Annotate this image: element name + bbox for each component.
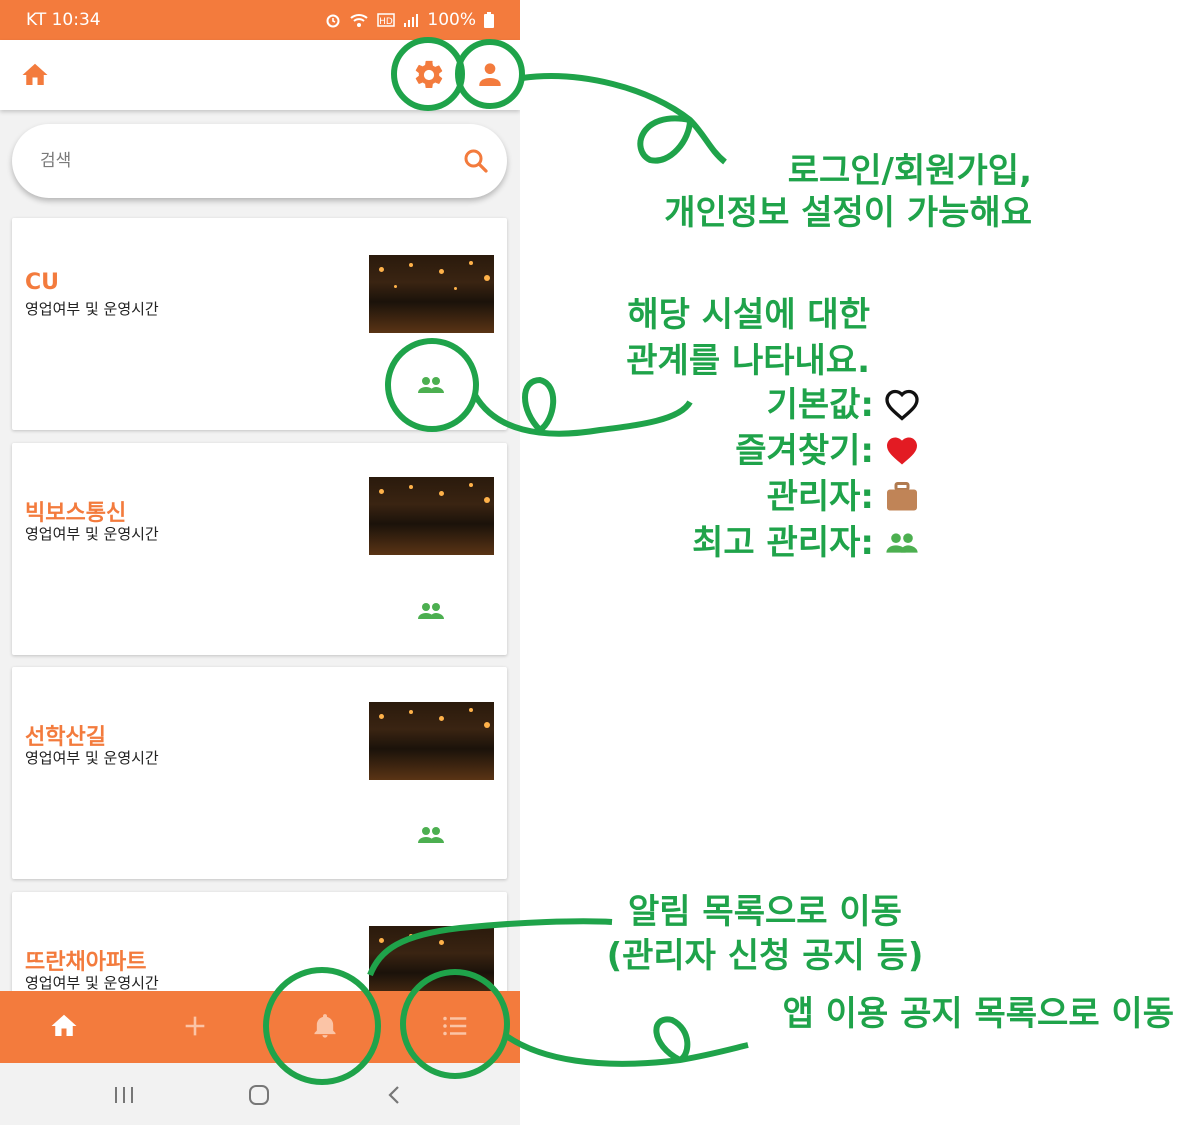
recent-apps-icon: [115, 1087, 133, 1103]
recent-apps-button[interactable]: [112, 1085, 136, 1109]
app-notices-annotation: 앱 이용 공지 목록으로 이동: [782, 994, 1174, 1034]
app-bar: [0, 40, 520, 110]
hd-icon: HD: [377, 13, 396, 27]
red-heart-icon: [887, 437, 917, 465]
bottom-navigation: [0, 991, 520, 1063]
relation-button[interactable]: [416, 823, 446, 851]
person-icon: [479, 63, 501, 86]
relation-button[interactable]: [416, 599, 446, 627]
nav-add-button[interactable]: [181, 1011, 209, 1045]
carrier-time: KT 10:34: [26, 10, 101, 30]
account-annotation-line: 개인정보 설정이 가능해요: [664, 193, 1032, 233]
system-navigation-bar: [0, 1063, 520, 1125]
bell-icon: [314, 1014, 336, 1038]
nav-notice-list-button[interactable]: [440, 1011, 470, 1045]
status-icons: HD 100%: [325, 10, 494, 30]
battery-level: 100%: [427, 10, 476, 30]
relation-annotation-line: 해당 시설에 대한: [627, 295, 870, 335]
briefcase-icon: [887, 482, 917, 511]
relation-annotation-line: 관계를 나타내요.: [626, 341, 870, 381]
facility-image: [369, 702, 494, 780]
facility-hours: 영업여부 및 운영시간: [25, 300, 159, 318]
super-admin-icon: [886, 533, 918, 553]
relation-button[interactable]: [416, 373, 446, 401]
super-admin-icon: [418, 603, 444, 619]
facility-hours: 영업여부 및 운영시간: [25, 974, 159, 992]
account-button[interactable]: [474, 58, 506, 94]
home-icon: [22, 63, 48, 85]
facility-card[interactable]: CU 영업여부 및 운영시간: [12, 218, 507, 430]
system-home-icon: [249, 1085, 269, 1105]
svg-text:HD: HD: [380, 17, 394, 27]
search-icon: [464, 149, 488, 173]
heart-outline-icon: [885, 389, 919, 421]
legend-label: 관리자:: [766, 477, 874, 517]
system-home-button[interactable]: [247, 1084, 271, 1110]
nav-home-button[interactable]: [49, 1011, 79, 1045]
search-button[interactable]: [461, 146, 491, 180]
facility-name: CU: [25, 270, 60, 295]
status-bar: KT 10:34 HD 100%: [0, 0, 520, 40]
legend-super-admin: 최고 관리자:: [560, 520, 920, 566]
search-input[interactable]: [38, 144, 442, 178]
nav-notifications-button[interactable]: [311, 1011, 339, 1045]
legend-favorite: 즐겨찾기:: [560, 428, 920, 474]
relation-annotation: 해당 시설에 대한 관계를 나타내요.: [560, 292, 870, 384]
wifi-icon: [350, 14, 369, 27]
signal-icon: [404, 14, 419, 27]
relation-legend: 기본값: 즐겨찾기: 관리자: 최고 관리자:: [560, 382, 920, 566]
system-back-button[interactable]: [384, 1084, 404, 1110]
account-annotation: 로그인/회원가입, 개인정보 설정이 가능해요: [620, 150, 1032, 234]
app-notices-arrow-line: [503, 1016, 749, 1067]
legend-default: 기본값:: [560, 382, 920, 428]
facility-image: [369, 477, 494, 555]
legend-admin: 관리자:: [560, 474, 920, 520]
phone-screen: KT 10:34 HD 100% CU 영업여부 및 운영시간: [0, 0, 520, 1125]
legend-label: 즐겨찾기:: [735, 431, 874, 471]
facility-card[interactable]: 빅보스통신 영업여부 및 운영시간: [12, 443, 507, 655]
search-bar[interactable]: [12, 124, 507, 198]
legend-label: 최고 관리자:: [692, 523, 874, 563]
facility-card[interactable]: 선학산길 영업여부 및 운영시간: [12, 667, 507, 879]
account-annotation-line: 로그인/회원가입,: [787, 151, 1032, 191]
settings-button[interactable]: [412, 58, 446, 96]
legend-label: 기본값:: [766, 385, 874, 425]
facility-image: [369, 255, 494, 333]
alarm-icon: [326, 14, 340, 28]
battery-icon: [484, 12, 494, 28]
facility-hours: 영업여부 및 운영시간: [25, 749, 159, 767]
facility-hours: 영업여부 및 운영시간: [25, 525, 159, 543]
plus-icon: [185, 1016, 205, 1036]
home-icon: [51, 1014, 77, 1036]
super-admin-icon: [418, 377, 444, 393]
gear-icon: [415, 60, 443, 89]
super-admin-icon: [418, 827, 444, 843]
notifications-annotation-line: (관리자 신청 공지 등): [606, 936, 924, 976]
home-button[interactable]: [20, 60, 50, 94]
notifications-annotation-line: 알림 목록으로 이동: [628, 892, 902, 932]
notifications-annotation: 알림 목록으로 이동 (관리자 신청 공지 등): [590, 890, 940, 978]
back-icon: [388, 1086, 399, 1104]
list-icon: [443, 1016, 467, 1036]
